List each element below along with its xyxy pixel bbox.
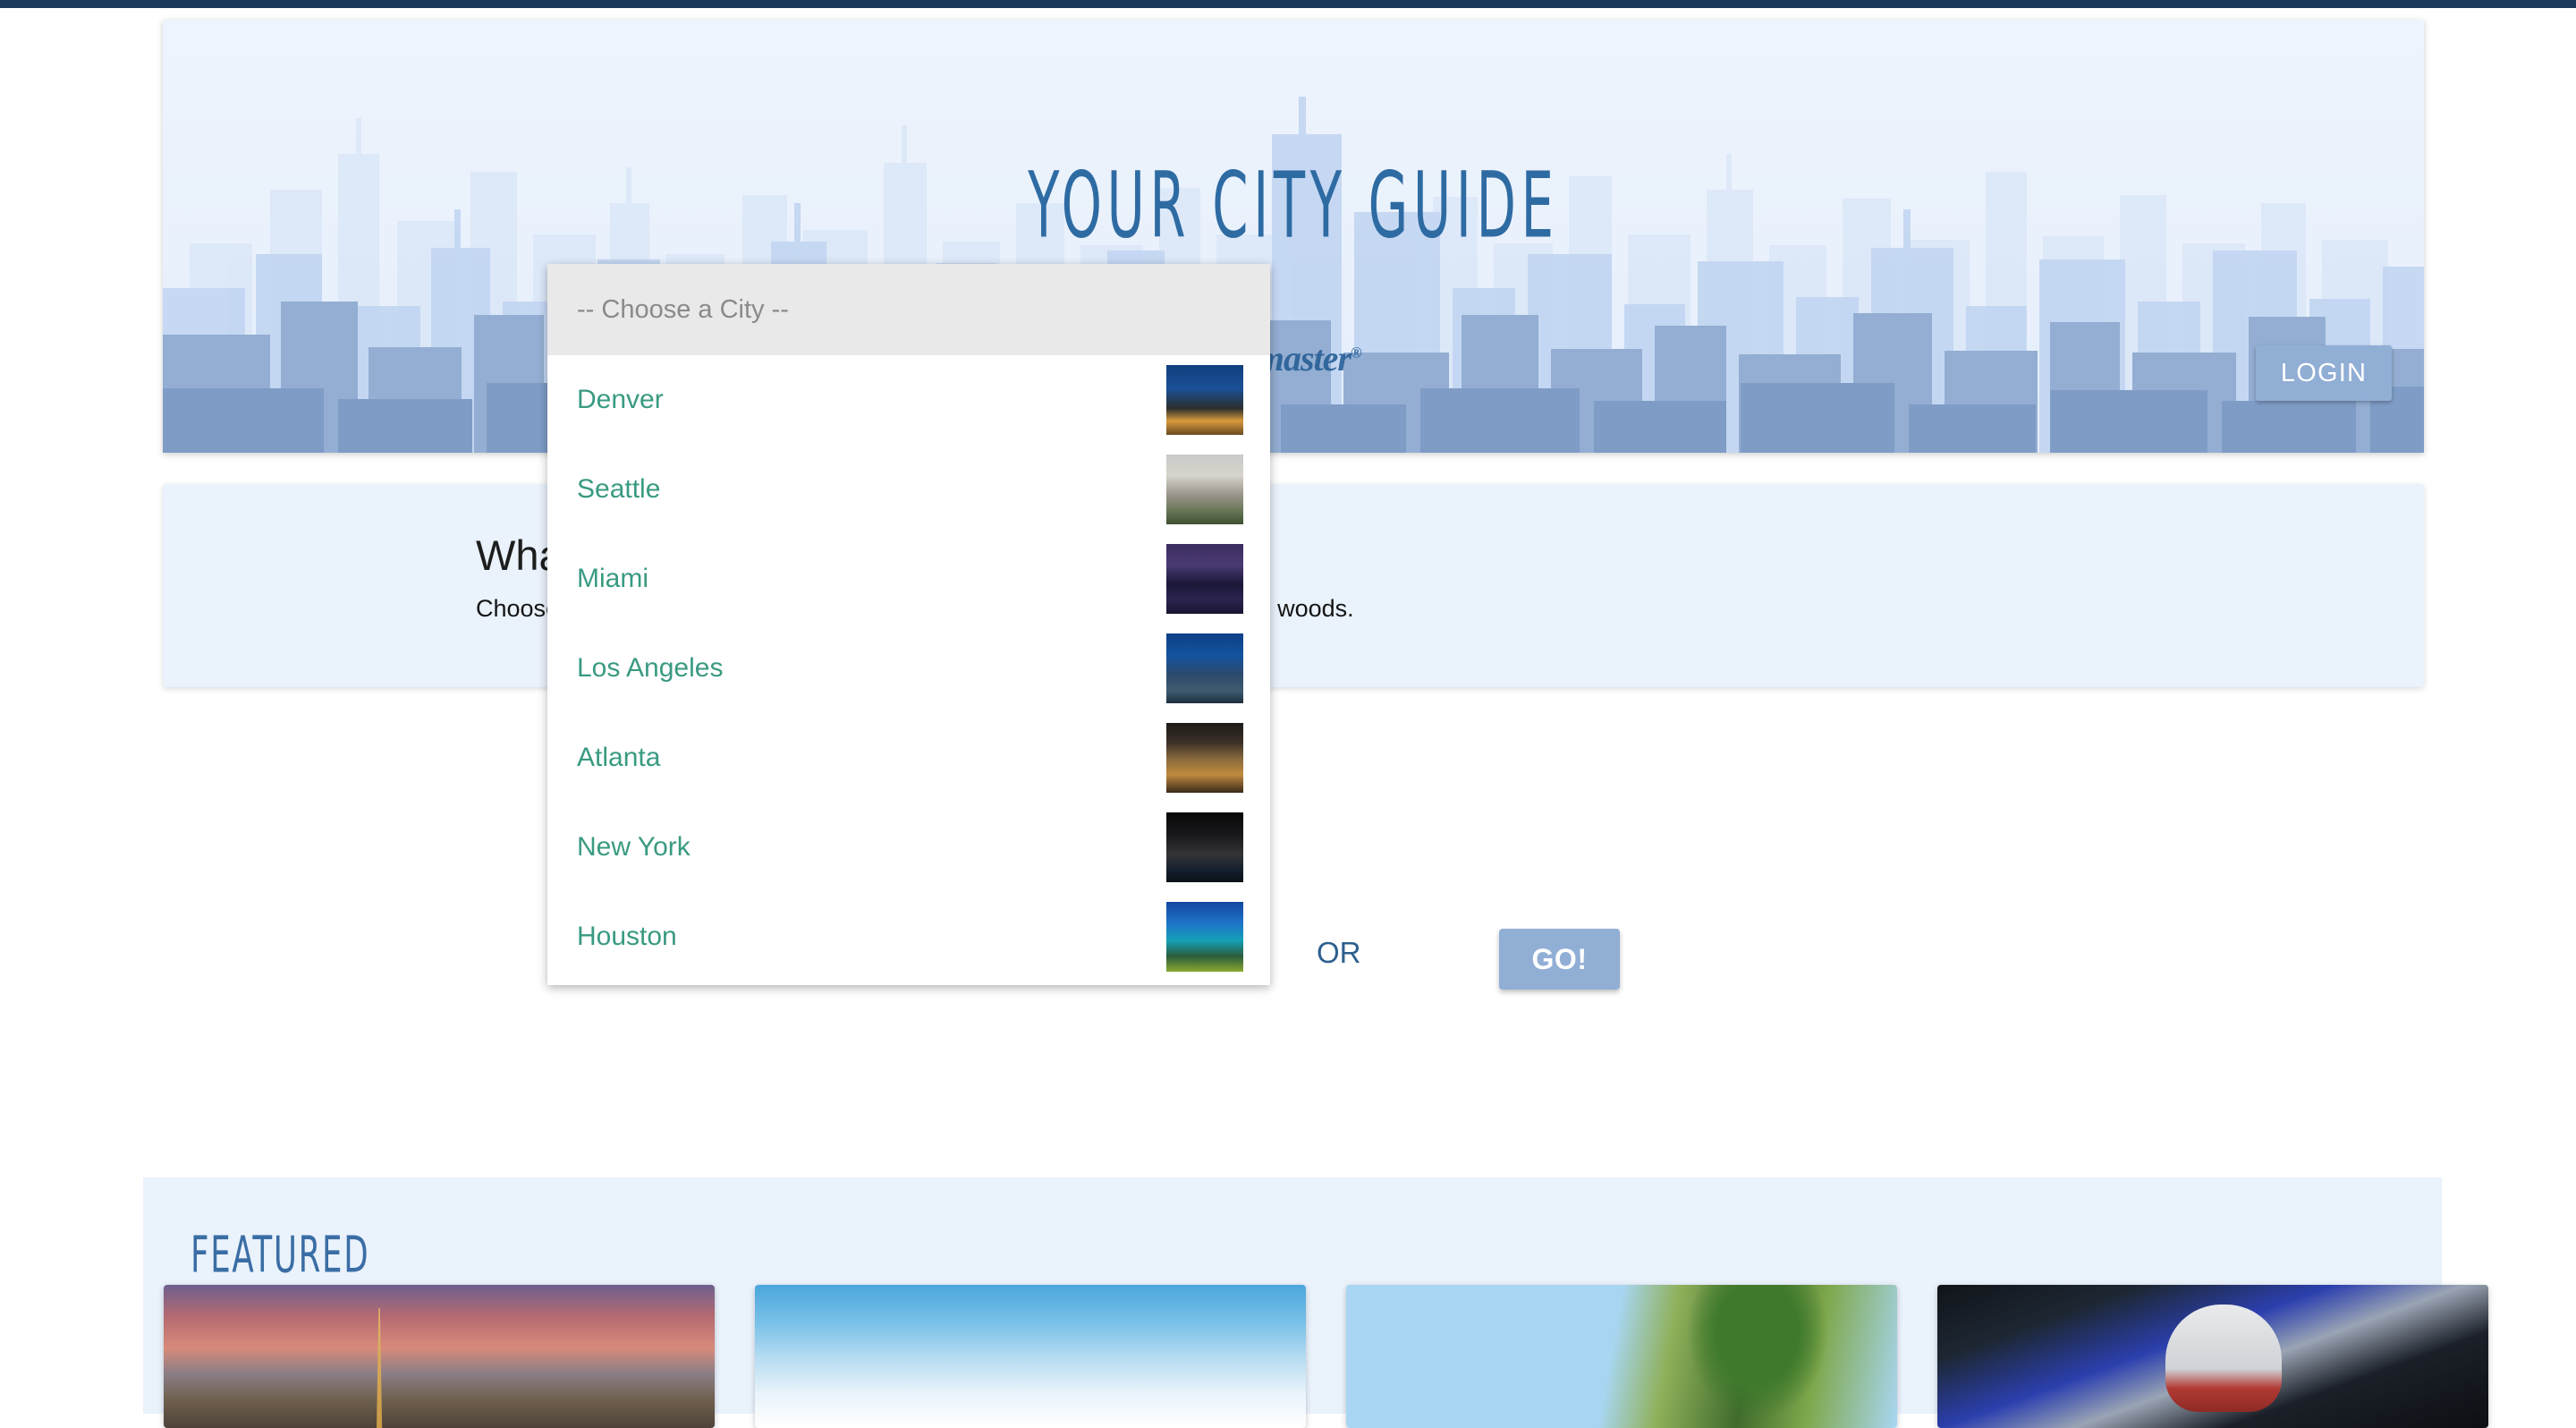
featured-card-las-vegas[interactable] — [164, 1285, 715, 1428]
los-angeles-skyline-thumb — [1166, 633, 1243, 703]
go-button[interactable]: GO! — [1499, 929, 1620, 990]
city-option-atlanta[interactable]: Atlanta — [547, 713, 1270, 803]
miami-skyline-thumb — [1166, 544, 1243, 614]
featured-heading: FEATURED — [191, 1225, 370, 1284]
seattle-skyline-thumb — [1166, 455, 1243, 524]
city-option-label: Miami — [577, 564, 648, 593]
city-option-label: Houston — [577, 922, 677, 951]
city-option-label: Seattle — [577, 474, 661, 504]
denver-skyline-thumb — [1166, 365, 1243, 435]
or-separator-label: OR — [1317, 936, 1361, 969]
eiffel-tower-replica-icon — [376, 1308, 383, 1428]
city-option-denver[interactable]: Denver — [547, 355, 1270, 445]
city-option-label: Los Angeles — [577, 653, 724, 683]
featured-card-list — [164, 1285, 2488, 1428]
city-option-new-york[interactable]: New York — [547, 803, 1270, 892]
page-title: YOUR CITY GUIDE — [1028, 154, 1559, 259]
atlanta-skyline-thumb — [1166, 723, 1243, 793]
city-option-label: Atlanta — [577, 743, 661, 772]
city-option-label: New York — [577, 832, 691, 862]
football-helmet-icon — [2165, 1305, 2283, 1412]
palm-tree-icon — [1676, 1285, 1838, 1428]
city-option-houston[interactable]: Houston — [547, 892, 1270, 982]
registered-mark-icon: ® — [1350, 344, 1362, 361]
houston-skyline-thumb — [1166, 902, 1243, 972]
city-option-list: Denver Seattle Miami Los Angeles Atlanta… — [547, 355, 1270, 985]
city-option-los-angeles[interactable]: Los Angeles — [547, 624, 1270, 713]
info-panel: What's Happening in Town? Choose a city,… — [163, 484, 2424, 687]
city-option-label: Denver — [577, 385, 664, 414]
city-select-placeholder-option[interactable]: -- Choose a City -- — [547, 264, 1270, 355]
city-select-dropdown[interactable]: -- Choose a City -- Denver Seattle Miami… — [547, 264, 1270, 985]
featured-card-palm-trees[interactable] — [1346, 1285, 1897, 1428]
city-option-miami[interactable]: Miami — [547, 534, 1270, 624]
featured-card-football[interactable] — [1937, 1285, 2488, 1428]
login-button[interactable]: LOGIN — [2256, 345, 2392, 401]
new-york-skyline-thumb — [1166, 812, 1243, 882]
top-accent-bar — [0, 0, 2576, 8]
hero-banner: YOUR CITY GUIDE ticketmaster® LOGIN — [163, 20, 2424, 453]
featured-section: FEATURED — [143, 1177, 2488, 1428]
city-option-seattle[interactable]: Seattle — [547, 445, 1270, 534]
featured-card-skiing[interactable] — [755, 1285, 1306, 1428]
